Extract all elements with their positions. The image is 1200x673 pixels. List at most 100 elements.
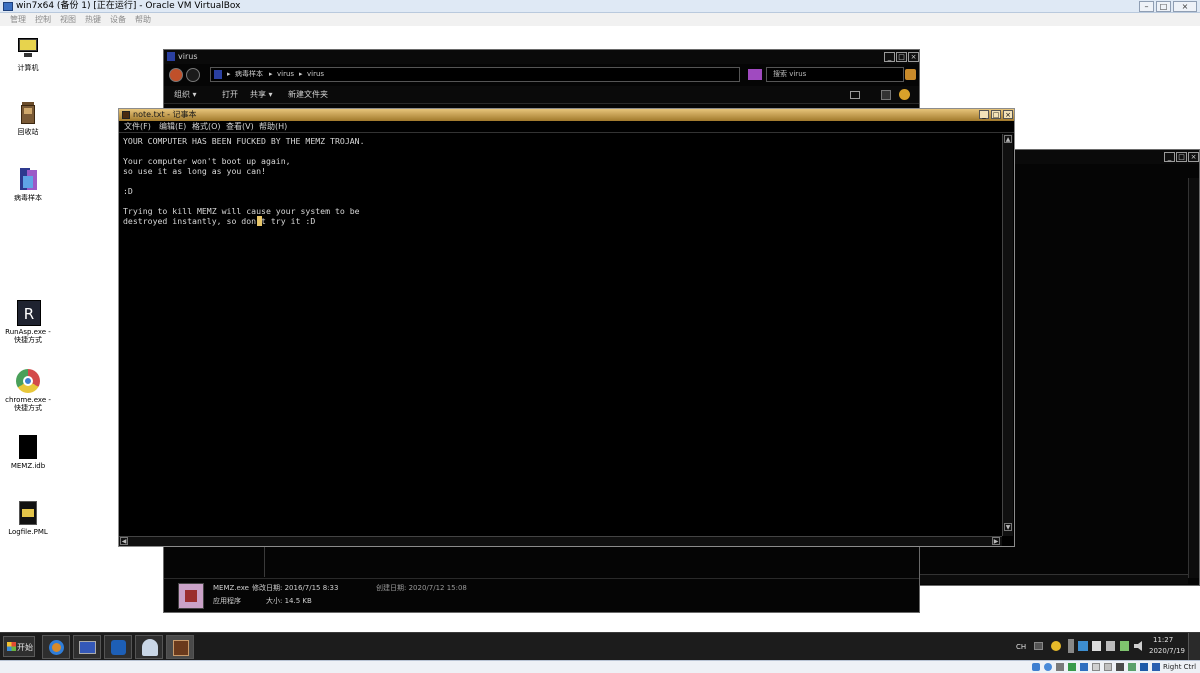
display-icon[interactable]: [1104, 663, 1112, 671]
address-bar[interactable]: ▸ 病毒样本 ▸ virus ▸ virus: [210, 67, 740, 82]
help-icon[interactable]: [1051, 641, 1061, 651]
share-button[interactable]: 共享 ▾: [250, 86, 273, 104]
horizontal-scrollbar[interactable]: ◀ ▶: [119, 536, 1002, 546]
audio-icon[interactable]: [1056, 663, 1064, 671]
action-center-icon[interactable]: [1120, 641, 1129, 651]
start-button[interactable]: 开始: [3, 636, 35, 657]
scroll-right-icon[interactable]: ▶: [992, 537, 1000, 545]
new-folder-button[interactable]: 新建文件夹: [288, 86, 328, 104]
taskbar-media-player[interactable]: [104, 635, 132, 659]
taskbar: 开始 CH 11:27 2020/7/19: [0, 632, 1200, 661]
minimize-icon[interactable]: _: [884, 52, 895, 62]
host-status-bar: Right Ctrl: [0, 660, 1200, 673]
help-icon[interactable]: [899, 89, 910, 100]
minimize-icon[interactable]: _: [979, 110, 989, 119]
desktop-icon-memz-idb[interactable]: MEMZ.idb: [0, 434, 58, 470]
scroll-up-icon[interactable]: ▲: [1004, 135, 1012, 143]
shared-folders-icon[interactable]: [1092, 663, 1100, 671]
devices-icon[interactable]: [1106, 641, 1115, 651]
vertical-scrollbar[interactable]: ▲ ▼: [1002, 134, 1013, 536]
pml-icon: [15, 500, 41, 526]
minimize-icon[interactable]: –: [1139, 1, 1154, 12]
show-desktop-button[interactable]: [1188, 633, 1200, 661]
desktop-icon-label: 病毒样本: [14, 194, 42, 202]
details-pane: MEMZ.exe 修改日期: 2016/7/15 8:33 创建日期: 2020…: [164, 578, 919, 612]
menu-file[interactable]: 文件(F): [124, 121, 151, 133]
clock-time[interactable]: 11:27: [1153, 636, 1173, 645]
view-options-icon[interactable]: [850, 91, 860, 99]
virtualbox-icon: [3, 2, 13, 11]
explorer-title-bar: virus _ □ ×: [164, 50, 919, 64]
desktop-icon-virus-samples[interactable]: 病毒样本: [0, 166, 58, 202]
scroll-down-icon[interactable]: ▼: [1004, 523, 1012, 531]
clock-date[interactable]: 2020/7/19: [1149, 647, 1185, 656]
keyboard-icon[interactable]: [1034, 642, 1043, 650]
network-icon[interactable]: [1078, 641, 1088, 651]
details-modified-date: 修改日期: 2016/7/15 8:33: [252, 584, 339, 592]
breadcrumb-item[interactable]: virus: [277, 68, 294, 81]
maximize-icon[interactable]: □: [1156, 1, 1171, 12]
input-method-indicator[interactable]: CH: [1016, 633, 1026, 661]
desktop-icon-chrome[interactable]: chrome.exe - 快捷方式: [0, 368, 58, 412]
address-arrow-icon: ▸: [299, 70, 303, 78]
notepad-icon: [122, 111, 130, 119]
hard-disk-icon[interactable]: [1032, 663, 1040, 671]
breadcrumb-item[interactable]: 病毒样本: [235, 68, 263, 81]
taskbar-process-monitor[interactable]: [135, 635, 163, 659]
close-icon[interactable]: ×: [1188, 152, 1199, 162]
desktop-icon-computer[interactable]: 计算机: [0, 36, 58, 72]
network-adapter-icon[interactable]: [1068, 663, 1076, 671]
host-menu-control[interactable]: 控制: [35, 13, 51, 26]
host-menu-view[interactable]: 视图: [60, 13, 76, 26]
minimize-icon[interactable]: _: [1164, 152, 1175, 162]
desktop-icon-runasp[interactable]: R RunAsp.exe - 快捷方式: [0, 300, 58, 344]
maximize-icon[interactable]: □: [896, 52, 907, 62]
menu-help[interactable]: 帮助(H): [259, 121, 287, 133]
notepad-window[interactable]: note.txt - 记事本 _ □ × 文件(F) 编辑(E) 格式(O) 查…: [118, 108, 1015, 547]
open-button[interactable]: 打开: [222, 86, 238, 104]
taskbar-explorer[interactable]: [73, 635, 101, 659]
host-menu-hotkey[interactable]: 热键: [85, 13, 101, 26]
back-icon[interactable]: [169, 68, 183, 82]
desktop-icon-label: MEMZ.idb: [10, 462, 46, 470]
optical-drive-icon[interactable]: [1044, 663, 1052, 671]
vertical-scrollbar[interactable]: [1188, 178, 1199, 578]
notification-up-icon[interactable]: [1068, 639, 1074, 653]
organize-button[interactable]: 组织 ▾: [174, 86, 197, 104]
close-icon[interactable]: ×: [1003, 110, 1013, 119]
keyboard-capture-icon[interactable]: [1152, 663, 1160, 671]
desktop-icon-label: RunAsp.exe - 快捷方式: [5, 328, 51, 344]
desktop-icon-recycle-bin[interactable]: 回收站: [0, 100, 58, 136]
cpu-icon[interactable]: [1128, 663, 1136, 671]
forward-icon[interactable]: [186, 68, 200, 82]
search-input[interactable]: 搜索 virus: [773, 68, 806, 81]
flag-icon[interactable]: [1092, 641, 1101, 651]
notepad-text-area[interactable]: YOUR COMPUTER HAS BEEN FUCKED BY THE MEM…: [123, 136, 995, 531]
host-menu-manage[interactable]: 管理: [10, 13, 26, 26]
breadcrumb-item[interactable]: virus: [307, 68, 324, 81]
taskbar-internet-explorer[interactable]: [42, 635, 70, 659]
menu-view[interactable]: 查看(V): [226, 121, 254, 133]
refresh-icon[interactable]: [748, 69, 762, 80]
maximize-icon[interactable]: □: [1176, 152, 1187, 162]
mouse-integration-icon[interactable]: [1140, 663, 1148, 671]
preview-pane-icon[interactable]: [881, 90, 891, 100]
desktop-icon-logfile[interactable]: Logfile.PML: [0, 500, 58, 536]
usb-icon[interactable]: [1080, 663, 1088, 671]
host-menu-devices[interactable]: 设备: [110, 13, 126, 26]
search-icon[interactable]: [905, 69, 916, 80]
video-capture-icon[interactable]: [1116, 663, 1124, 671]
menu-format[interactable]: 格式(O): [192, 121, 221, 133]
windows-logo-icon: [7, 642, 16, 651]
taskbar-notepad[interactable]: [166, 635, 194, 659]
host-menu-help[interactable]: 帮助: [135, 13, 151, 26]
menu-edit[interactable]: 编辑(E): [159, 121, 186, 133]
close-icon[interactable]: ×: [1173, 1, 1197, 12]
close-icon[interactable]: ×: [908, 52, 919, 62]
maximize-icon[interactable]: □: [991, 110, 1001, 119]
search-box[interactable]: 搜索 virus: [766, 67, 904, 82]
host-key-label: Right Ctrl: [1163, 663, 1197, 671]
scroll-left-icon[interactable]: ◀: [120, 537, 128, 545]
desktop-icon-label: 计算机: [17, 64, 39, 72]
volume-icon[interactable]: [1134, 641, 1142, 651]
